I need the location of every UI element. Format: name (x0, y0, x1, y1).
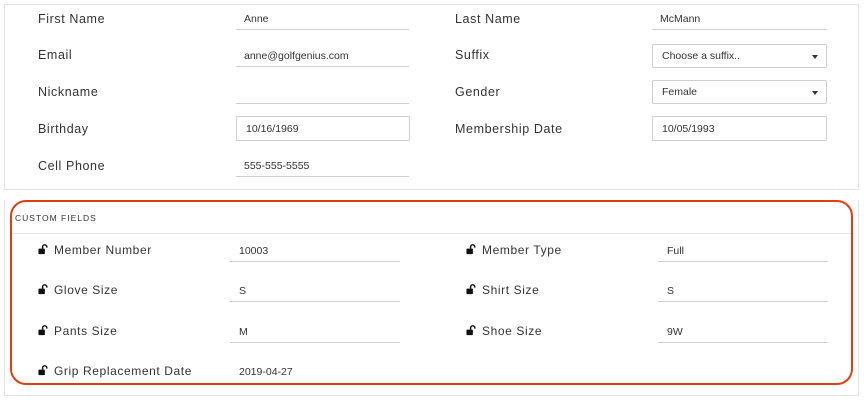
grip-replacement-date-label-text: Grip Replacement Date (54, 364, 192, 378)
unlocked-padlock-icon (38, 325, 48, 336)
glove-size-input[interactable] (230, 280, 400, 302)
last-name-label: Last Name (455, 12, 521, 26)
cell-phone-label: Cell Phone (38, 159, 106, 173)
gender-label: Gender (455, 85, 501, 99)
unlocked-padlock-icon (466, 325, 476, 336)
pants-size-input[interactable] (230, 321, 400, 343)
membership-date-label: Membership Date (455, 122, 563, 136)
last-name-input[interactable] (652, 8, 827, 30)
member-number-input[interactable] (230, 240, 400, 262)
shirt-size-input[interactable] (658, 280, 828, 302)
first-name-label: First Name (38, 12, 106, 26)
suffix-label: Suffix (455, 48, 490, 62)
unlocked-padlock-icon (38, 244, 48, 255)
member-type-label-text: Member Type (482, 243, 562, 257)
unlocked-padlock-icon (466, 244, 476, 255)
custom-fields-title: CUSTOM FIELDS (15, 213, 97, 223)
unlocked-padlock-icon (466, 284, 476, 295)
custom-fields-divider (12, 233, 852, 234)
birthday-input[interactable] (236, 116, 410, 141)
nickname-label: Nickname (38, 85, 99, 99)
caret-down-icon (812, 55, 818, 59)
gender-select[interactable]: Female (652, 80, 827, 104)
first-name-input[interactable] (236, 8, 409, 30)
suffix-select-value: Choose a suffix.. (662, 50, 741, 62)
member-type-label: Member Type (466, 243, 562, 257)
shoe-size-label: Shoe Size (466, 324, 542, 338)
shoe-size-label-text: Shoe Size (482, 324, 543, 338)
glove-size-label-text: Glove Size (54, 283, 119, 297)
cell-phone-input[interactable] (236, 155, 409, 177)
member-number-label: Member Number (38, 243, 152, 257)
suffix-select[interactable]: Choose a suffix.. (652, 44, 827, 68)
caret-down-icon (812, 91, 818, 95)
shoe-size-input[interactable] (658, 321, 828, 343)
nickname-input[interactable] (236, 82, 409, 104)
email-input[interactable] (236, 45, 409, 67)
unlocked-padlock-icon (38, 284, 48, 295)
pants-size-label: Pants Size (38, 324, 117, 338)
unlocked-padlock-icon (38, 365, 48, 376)
gender-select-value: Female (662, 86, 698, 98)
member-type-input[interactable] (658, 240, 828, 262)
membership-date-input[interactable] (652, 116, 827, 141)
glove-size-label: Glove Size (38, 283, 118, 297)
shirt-size-label: Shirt Size (466, 283, 539, 297)
shirt-size-label-text: Shirt Size (482, 283, 540, 297)
birthday-label: Birthday (38, 122, 89, 136)
email-label: Email (38, 48, 73, 62)
grip-replacement-date-value[interactable]: 2019-04-27 (239, 366, 293, 378)
member-number-label-text: Member Number (54, 243, 152, 257)
pants-size-label-text: Pants Size (54, 324, 118, 338)
grip-replacement-date-label: Grip Replacement Date (38, 364, 192, 378)
